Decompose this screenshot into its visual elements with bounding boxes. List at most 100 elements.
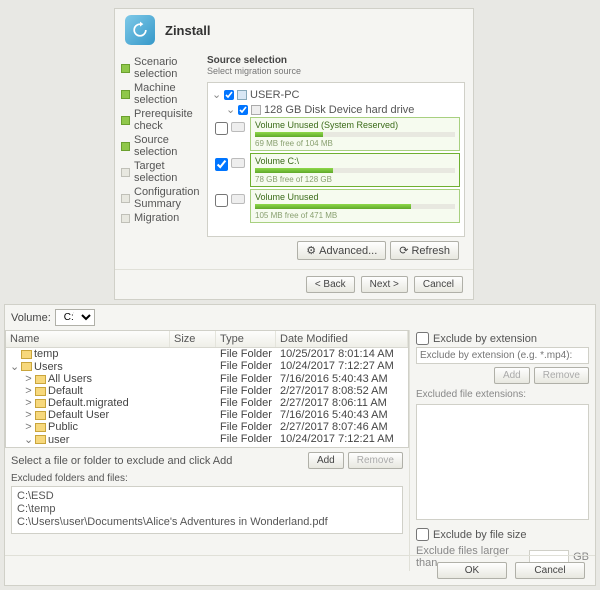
step-migration: Migration: [121, 211, 207, 225]
expand-icon[interactable]: ⌄: [24, 433, 33, 446]
expand-icon[interactable]: >: [24, 397, 33, 409]
wizard-header: Zinstall: [115, 9, 473, 51]
step-config: Configuration Summary: [121, 185, 207, 211]
folder-icon: [35, 411, 46, 420]
disk-icon: [231, 194, 245, 204]
volume-label: Volume:: [11, 312, 51, 324]
file-browser[interactable]: Name Size Type Date Modified tempFile Fo…: [5, 330, 409, 448]
file-row[interactable]: ⌄userFile Folder10/24/2017 7:12:21 AM: [6, 433, 408, 446]
drive-checkbox[interactable]: [238, 105, 248, 115]
excluded-item[interactable]: C:\Users\user\Documents\Alice's Adventur…: [17, 516, 397, 529]
volume-block[interactable]: Volume Unused (System Reserved)69 MB fre…: [250, 117, 460, 151]
ok-button[interactable]: OK: [437, 562, 507, 579]
cancel-button[interactable]: Cancel: [414, 276, 463, 293]
folder-icon: [35, 399, 46, 408]
collapse-icon[interactable]: ⌄: [226, 103, 235, 116]
file-row[interactable]: ⌄UsersFile Folder10/24/2017 7:12:27 AM: [6, 360, 408, 373]
volume-title: Volume Unused (System Reserved): [255, 120, 455, 130]
remove-exclude-button[interactable]: Remove: [348, 452, 403, 469]
volume-title: Volume C:\: [255, 156, 455, 166]
file-row[interactable]: >Default.migratedFile Folder2/27/2017 8:…: [6, 397, 408, 409]
step-pending-icon: [121, 214, 130, 223]
ext-list[interactable]: [416, 404, 589, 520]
folder-icon: [35, 423, 46, 432]
volume-select[interactable]: C:\: [55, 309, 95, 326]
ext-list-label: Excluded file extensions:: [416, 387, 589, 402]
remove-ext-button[interactable]: Remove: [534, 367, 589, 384]
step-done-icon: [121, 116, 130, 125]
size-check-row: Exclude by file size: [416, 526, 589, 543]
volume-stat: 105 MB free of 471 MB: [255, 211, 455, 220]
add-ext-button[interactable]: Add: [494, 367, 530, 384]
dialog-cancel-button[interactable]: Cancel: [515, 562, 585, 579]
folder-icon: [21, 362, 32, 371]
volume-title: Volume Unused: [255, 192, 455, 202]
wizard-sidebar: Scenario selection Machine selection Pre…: [115, 51, 207, 269]
hdd-icon: [251, 105, 261, 115]
col-type[interactable]: Type: [216, 331, 276, 347]
col-date[interactable]: Date Modified: [276, 331, 408, 347]
excluded-label: Excluded folders and files:: [5, 473, 409, 486]
expand-icon[interactable]: >: [24, 373, 33, 385]
file-row[interactable]: >Default UserFile Folder7/16/2016 5:40:4…: [6, 409, 408, 421]
collapse-icon[interactable]: ⌄: [212, 88, 221, 101]
step-current-icon: [121, 142, 130, 151]
ext-input[interactable]: [416, 347, 589, 364]
expand-icon[interactable]: >: [24, 385, 33, 397]
folder-icon: [35, 435, 46, 444]
drive-node[interactable]: ⌄ 128 GB Disk Device hard drive: [212, 102, 460, 117]
wizard-title: Zinstall: [165, 23, 211, 38]
refresh-button[interactable]: ⟳Refresh: [390, 241, 459, 260]
dialog-footer: OK Cancel: [5, 555, 595, 585]
refresh-icon: ⟳: [399, 244, 408, 257]
wizard-footer: < Back Next > Cancel: [115, 269, 473, 299]
folder-icon: [35, 375, 46, 384]
volume-block[interactable]: Volume C:\ 78 GB free of 128 GB: [250, 153, 460, 187]
expand-icon[interactable]: >: [24, 409, 33, 421]
volume-selector-row: Volume: C:\: [5, 305, 595, 330]
folder-icon: [35, 387, 46, 396]
step-done-icon: [121, 90, 130, 99]
usage-bar: [255, 132, 455, 137]
col-size[interactable]: Size: [170, 331, 216, 347]
excluded-item[interactable]: C:\temp: [17, 503, 397, 516]
exclude-ext-checkbox[interactable]: [416, 332, 429, 345]
excluded-list[interactable]: C:\ESDC:\tempC:\Users\user\Documents\Ali…: [11, 486, 403, 534]
gear-icon: ⚙: [306, 244, 316, 257]
exclude-size-checkbox[interactable]: [416, 528, 429, 541]
section-subtitle: Select migration source: [207, 66, 465, 76]
back-button[interactable]: < Back: [306, 276, 355, 293]
volume-stat: 78 GB free of 128 GB: [255, 175, 455, 184]
step-source: Source selection: [121, 133, 207, 159]
advanced-dialog: Volume: C:\ Name Size Type Date Modified…: [4, 304, 596, 586]
file-row[interactable]: >All UsersFile Folder7/16/2016 5:40:43 A…: [6, 373, 408, 385]
file-row[interactable]: >PublicFile Folder2/27/2017 8:07:46 AM: [6, 421, 408, 433]
source-tree[interactable]: ⌄ USER-PC ⌄ 128 GB Disk Device hard driv…: [207, 82, 465, 237]
step-scenario: Scenario selection: [121, 55, 207, 81]
app-logo: [125, 15, 155, 45]
step-prereq: Prerequisite check: [121, 107, 207, 133]
step-done-icon: [121, 64, 130, 73]
expand-icon[interactable]: ⌄: [10, 360, 19, 373]
excluded-item[interactable]: C:\ESD: [17, 490, 397, 503]
advanced-button[interactable]: ⚙Advanced...: [297, 241, 386, 260]
volume-checkbox[interactable]: [215, 122, 228, 135]
step-machine: Machine selection: [121, 81, 207, 107]
pc-checkbox[interactable]: [224, 90, 234, 100]
file-row[interactable]: tempFile Folder10/25/2017 8:01:14 AM: [6, 348, 408, 360]
file-row[interactable]: >DefaultFile Folder2/27/2017 8:08:52 AM: [6, 385, 408, 397]
instruction-row: Select a file or folder to exclude and c…: [5, 448, 409, 473]
step-pending-icon: [121, 194, 130, 203]
wizard-window: Zinstall Scenario selection Machine sele…: [114, 8, 474, 300]
add-exclude-button[interactable]: Add: [308, 452, 344, 469]
col-name[interactable]: Name: [6, 331, 170, 347]
volume-checkbox[interactable]: [215, 194, 228, 207]
pc-node[interactable]: ⌄ USER-PC: [212, 87, 460, 102]
folder-icon: [21, 350, 32, 359]
file-header: Name Size Type Date Modified: [6, 331, 408, 348]
volume-checkbox[interactable]: [215, 158, 228, 171]
expand-icon[interactable]: >: [24, 421, 33, 433]
section-title: Source selection: [207, 55, 465, 66]
volume-block[interactable]: Volume Unused 105 MB free of 471 MB: [250, 189, 460, 223]
next-button[interactable]: Next >: [361, 276, 408, 293]
